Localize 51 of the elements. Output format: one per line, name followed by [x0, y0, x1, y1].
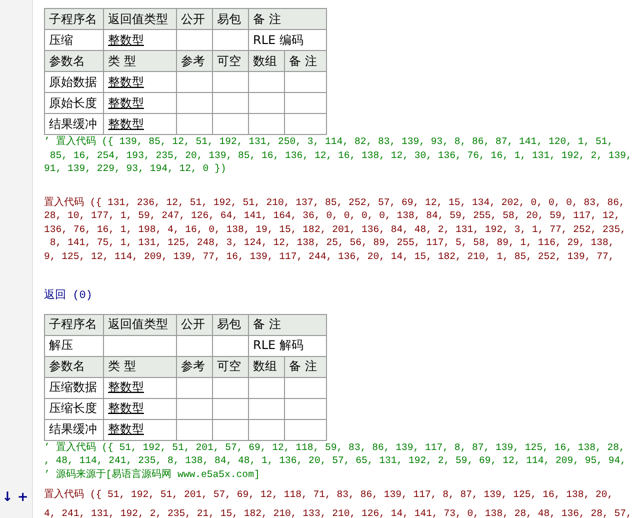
subroutine-name: 解压	[44, 335, 104, 356]
type-link[interactable]: 整数型	[104, 398, 176, 419]
comment-line: ’ 源码来源于[易语言源码网 www.e5a5x.com]	[44, 468, 261, 481]
header-cell: 参数名	[44, 50, 104, 72]
type-link[interactable]: 整数型	[104, 114, 176, 134]
comment-line: 85, 16, 254, 193, 235, 20, 139, 85, 16, 136, 12, 16, 138, 12, 30, 136, 76, 16, 1, 131, 192, 2, 139,	[48, 148, 633, 162]
header-cell: 子程序名	[44, 314, 104, 335]
param-name: 结果缓冲	[44, 419, 104, 440]
code-line: 置入代码 ({ 51, 192, 51, 201, 57, 69, 12, 118, 71, 83, 86, 139, 117, 8, 87, 139, 125, 16, 138, 20,	[44, 488, 614, 502]
header-cell: 返回值类型	[104, 8, 176, 30]
header-cell: 备 注	[284, 356, 327, 377]
header-cell: 参考	[176, 356, 212, 377]
header-cell: 参考	[176, 50, 212, 72]
header-cell: 公开	[176, 314, 212, 335]
header-cell: 数组	[248, 356, 284, 377]
header-cell: 备 注	[248, 314, 327, 335]
code-line: 4, 241, 131, 192, 2, 235, 21, 15, 182, 210, 133, 210, 126, 14, 141, 73, 0, 138, 28, 48, 136, 28, 57,	[44, 506, 633, 518]
header-cell: 返回值类型	[104, 314, 176, 335]
header-cell: 类 型	[104, 356, 176, 377]
code-line: 9, 125, 12, 114, 209, 139, 77, 16, 139, 117, 244, 136, 20, 14, 15, 182, 210, 1, 85, 252, 139, 77,	[44, 250, 616, 263]
comment-line: ’ 置入代码 ({ 139, 85, 12, 51, 192, 131, 250, 3, 114, 82, 83, 139, 93, 8, 86, 87, 141, 120, 1, 51,	[44, 135, 614, 148]
header-cell: 数组	[248, 50, 284, 72]
param-name: 原始长度	[44, 92, 104, 114]
header-cell: 参数名	[44, 356, 104, 377]
code-line: 返回 (0)	[44, 290, 94, 304]
comment-line: 91, 139, 229, 93, 194, 12, 0 })	[44, 162, 228, 176]
type-link[interactable]: 整数型	[104, 72, 176, 92]
header-cell: 可空	[212, 50, 248, 72]
type-link[interactable]: 整数型	[104, 419, 176, 440]
param-name: 压缩长度	[44, 398, 104, 419]
header-cell: 备 注	[284, 50, 327, 72]
code-line: 8, 141, 75, 1, 131, 125, 248, 3, 124, 12, 138, 25, 56, 89, 255, 117, 5, 58, 89, 1, 116, 29, 138,	[48, 236, 616, 250]
header-cell: 可空	[212, 356, 248, 377]
param-name: 原始数据	[44, 72, 104, 92]
header-cell: 易包	[212, 314, 248, 335]
code-line: 28, 10, 177, 1, 59, 247, 126, 64, 141, 164, 36, 0, 0, 0, 0, 138, 84, 59, 255, 58, 20, 59, 117, 12,	[44, 209, 622, 222]
header-cell: 公开	[176, 8, 212, 30]
code-line: 136, 76, 16, 1, 198, 4, 16, 0, 138, 19, 15, 182, 201, 136, 84, 48, 2, 131, 192, 3, 1, 77, 252, 235,	[44, 222, 628, 236]
param-name: 结果缓冲	[44, 114, 104, 134]
gutter-marker[interactable]: ↓ +	[2, 490, 28, 506]
comment-line: , 48, 114, 241, 235, 8, 138, 84, 48, 1, 136, 20, 57, 65, 131, 192, 2, 59, 69, 12, 114, 209, 95, 94,	[44, 454, 628, 468]
remark-cell: RLE 解码	[248, 335, 327, 356]
type-link[interactable]: 整数型	[104, 377, 176, 398]
header-cell: 备 注	[248, 8, 327, 30]
header-cell: 易包	[212, 8, 248, 30]
header-cell: 子程序名	[44, 8, 104, 30]
param-name: 压缩数据	[44, 377, 104, 398]
type-link[interactable]: 整数型	[104, 92, 176, 114]
code-line: 置入代码 ({ 131, 236, 12, 51, 192, 51, 210, 137, 85, 252, 57, 69, 12, 15, 134, 202, 0, 0, 0, 83, 86,	[44, 196, 626, 209]
comment-line: ’ 置入代码 ({ 51, 192, 51, 201, 57, 69, 12, 118, 59, 83, 86, 139, 117, 8, 87, 139, 125, 16, 138, 28,	[44, 440, 626, 454]
header-cell: 类 型	[104, 50, 176, 72]
